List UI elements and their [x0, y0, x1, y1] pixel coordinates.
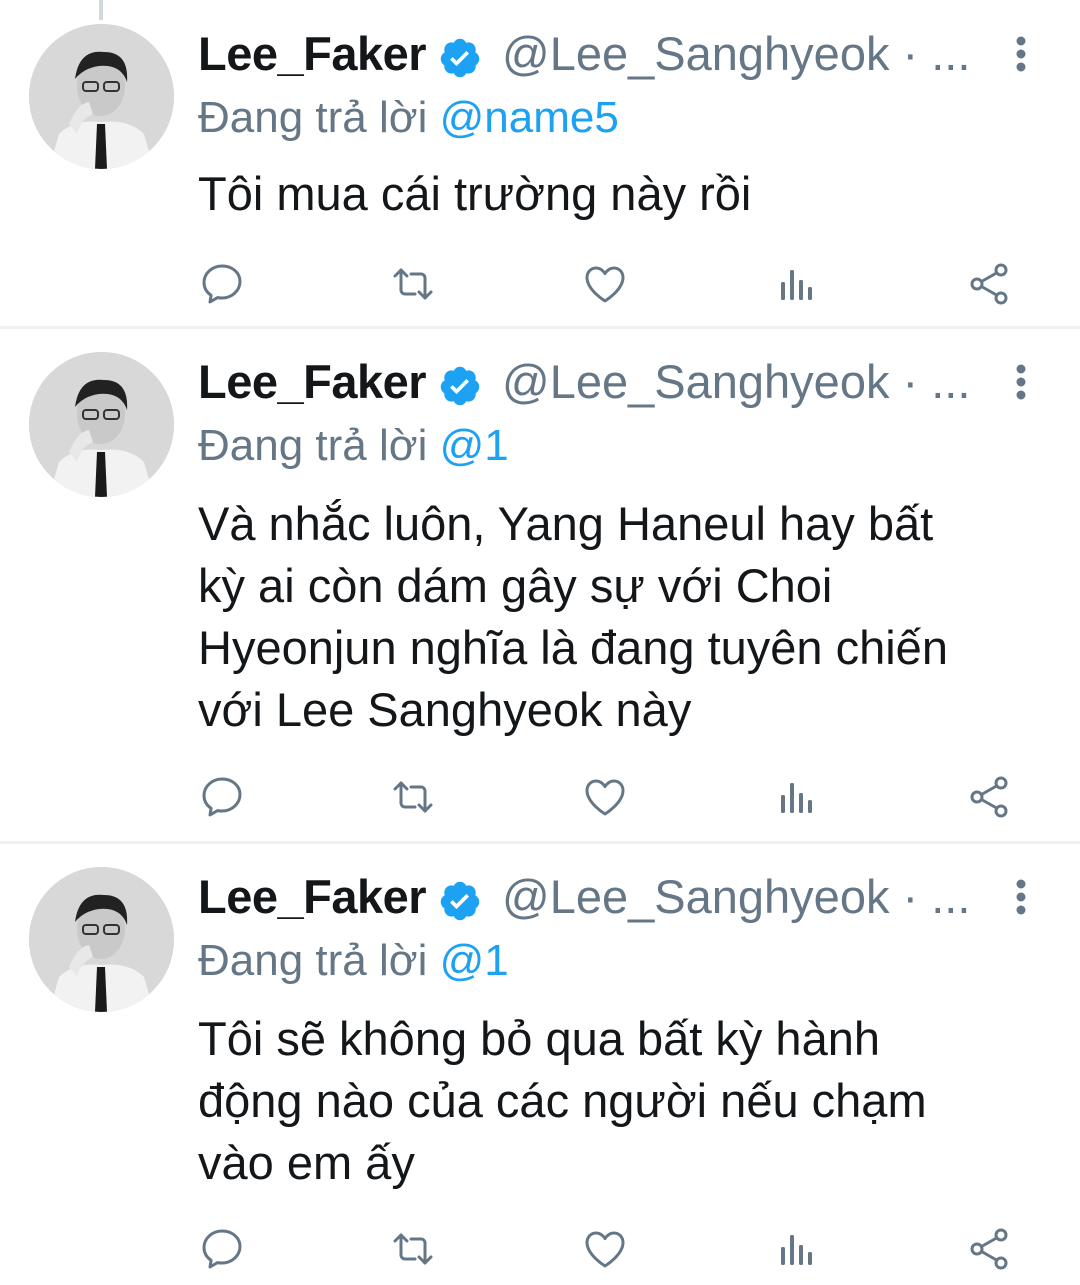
retweet-button[interactable] — [389, 260, 437, 308]
replying-prefix: Đang trả lời — [198, 421, 440, 470]
tweet-text: Tôi sẽ không bỏ qua bất kỳ hành động nào… — [198, 1012, 927, 1189]
like-button[interactable] — [581, 773, 629, 821]
tweet-text: Tôi mua cái trường này rồi — [198, 167, 752, 220]
reply-icon — [202, 777, 242, 817]
reply-button[interactable] — [198, 260, 246, 308]
display-name[interactable]: Lee_Faker — [198, 865, 427, 929]
display-name[interactable]: Lee_Faker — [198, 22, 427, 86]
more-options-icon[interactable] — [1006, 877, 1036, 917]
user-handle[interactable]: @Lee_Sanghyeok · ... — [502, 865, 970, 929]
tweet[interactable]: Lee_Faker @Lee_Sanghyeok · ... Đang trả … — [0, 0, 1080, 327]
replying-prefix: Đang trả lời — [198, 93, 440, 142]
retweet-button[interactable] — [389, 773, 437, 821]
like-icon — [585, 779, 625, 816]
verified-badge-icon — [440, 366, 480, 406]
tweet-actions — [0, 773, 1080, 833]
stats-icon — [781, 783, 812, 813]
user-handle[interactable]: @Lee_Sanghyeok · ... — [502, 22, 970, 86]
like-icon — [585, 1231, 625, 1268]
tweet-header: Lee_Faker @Lee_Sanghyeok · ... — [198, 350, 1080, 414]
tweet[interactable]: Lee_Faker @Lee_Sanghyeok · ... Đang trả … — [0, 327, 1080, 842]
verified-badge-icon — [440, 38, 480, 78]
stats-button[interactable] — [773, 1225, 821, 1273]
stats-icon — [781, 270, 812, 300]
like-button[interactable] — [581, 1225, 629, 1273]
reply-mention-link[interactable]: @1 — [440, 936, 509, 985]
avatar[interactable] — [29, 24, 174, 169]
retweet-icon — [393, 1233, 433, 1265]
tweet-text: Và nhắc luôn, Yang Haneul hay bất kỳ ai … — [198, 497, 948, 736]
tweet-actions — [0, 260, 1080, 320]
avatar[interactable] — [29, 352, 174, 497]
share-button[interactable] — [965, 1225, 1013, 1273]
replying-to: Đang trả lời @1 — [198, 418, 509, 474]
replying-to: Đang trả lời @1 — [198, 933, 509, 989]
reply-icon — [202, 1229, 242, 1269]
user-handle[interactable]: @Lee_Sanghyeok · ... — [502, 350, 970, 414]
reply-button[interactable] — [198, 1225, 246, 1273]
more-options-icon[interactable] — [1006, 34, 1036, 74]
replying-prefix: Đang trả lời — [198, 936, 440, 985]
stats-icon — [781, 1235, 812, 1265]
avatar[interactable] — [29, 867, 174, 1012]
tweet-actions — [0, 1225, 1080, 1285]
tweet-header: Lee_Faker @Lee_Sanghyeok · ... — [198, 865, 1080, 929]
reply-button[interactable] — [198, 773, 246, 821]
tweet-header: Lee_Faker @Lee_Sanghyeok · ... — [198, 22, 1080, 86]
share-button[interactable] — [965, 773, 1013, 821]
stats-button[interactable] — [773, 260, 821, 308]
verified-badge-icon — [440, 881, 480, 921]
retweet-icon — [393, 781, 433, 813]
like-button[interactable] — [581, 260, 629, 308]
tweet[interactable]: Lee_Faker @Lee_Sanghyeok · ... Đang trả … — [0, 842, 1080, 1274]
share-icon — [970, 263, 1008, 305]
display-name[interactable]: Lee_Faker — [198, 350, 427, 414]
like-icon — [585, 266, 625, 303]
reply-mention-link[interactable]: @1 — [440, 421, 509, 470]
stats-button[interactable] — [773, 773, 821, 821]
reply-mention-link[interactable]: @name5 — [440, 93, 619, 142]
retweet-button[interactable] — [389, 1225, 437, 1273]
retweet-icon — [393, 268, 433, 300]
more-options-icon[interactable] — [1006, 362, 1036, 402]
replying-to: Đang trả lời @name5 — [198, 90, 619, 146]
reply-icon — [202, 264, 242, 304]
share-icon — [970, 1228, 1008, 1270]
share-icon — [970, 776, 1008, 818]
share-button[interactable] — [965, 260, 1013, 308]
